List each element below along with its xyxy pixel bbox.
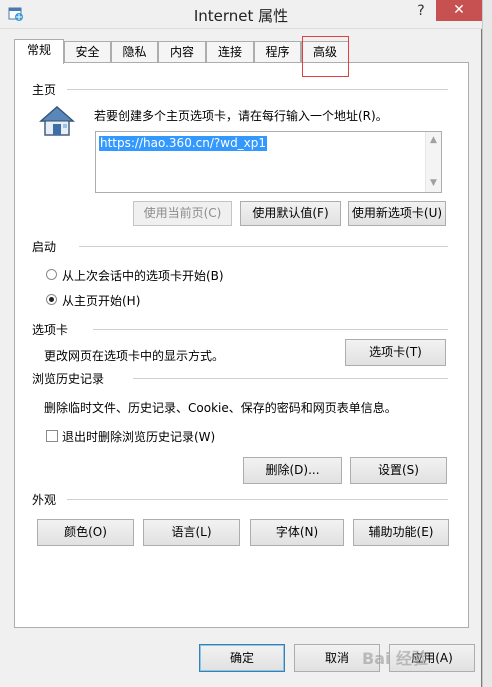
tab-programs[interactable]: 程序 <box>254 41 301 62</box>
use-current-button[interactable]: 使用当前页(C) <box>133 201 232 226</box>
startup-section-label: 启动 <box>32 240 57 254</box>
appearance-divider <box>67 499 448 500</box>
tab-security[interactable]: 安全 <box>64 41 111 62</box>
tabs-settings-button[interactable]: 选项卡(T) <box>345 339 446 366</box>
radio-homepage[interactable] <box>46 294 57 305</box>
title-bar: Internet 属性 ? ✕ <box>0 0 482 29</box>
history-settings-button[interactable]: 设置(S) <box>350 457 447 484</box>
internet-options-window: Internet 属性 ? ✕ 常规 安全 隐私 内容 连接 程序 高级 主页 … <box>0 0 482 687</box>
homepage-section-label: 主页 <box>32 83 57 97</box>
history-divider <box>133 378 448 379</box>
homepage-url-textarea[interactable]: https://hao.360.cn/?wd_xp1 ▲ ▼ <box>95 131 442 193</box>
startup-divider <box>79 246 448 247</box>
general-tab-panel: 主页 若要创建多个主页选项卡，请在每行输入一个地址(R)。 https://ha… <box>14 62 469 628</box>
delete-history-button[interactable]: 删除(D)... <box>243 457 342 484</box>
homepage-url-value: https://hao.360.cn/?wd_xp1 <box>99 136 268 151</box>
fonts-button[interactable]: 字体(N) <box>250 519 344 546</box>
tabs-divider <box>93 329 448 330</box>
window-title: Internet 属性 <box>193 7 289 25</box>
history-section-label: 浏览历史记录 <box>32 372 105 386</box>
close-button[interactable]: ✕ <box>436 0 482 21</box>
tab-connections[interactable]: 连接 <box>206 41 254 62</box>
homepage-instruction: 若要创建多个主页选项卡，请在每行输入一个地址(R)。 <box>94 109 388 123</box>
delete-on-exit-checkbox[interactable] <box>46 430 58 442</box>
home-icon <box>39 106 75 136</box>
tab-privacy[interactable]: 隐私 <box>111 41 158 62</box>
accessibility-button[interactable]: 辅助功能(E) <box>353 519 449 546</box>
appearance-section-label: 外观 <box>32 493 57 507</box>
scroll-up-icon[interactable]: ▲ <box>426 135 441 145</box>
radio-last-session-label: 从上次会话中的选项卡开始(B) <box>62 269 224 283</box>
advanced-tab-highlight <box>302 36 349 77</box>
ok-button[interactable]: 确定 <box>199 644 285 672</box>
language-button[interactable]: 语言(L) <box>143 519 240 546</box>
background-window-edge <box>482 0 492 687</box>
textarea-scrollbar[interactable]: ▲ ▼ <box>425 132 441 192</box>
help-button[interactable]: ? <box>412 3 430 23</box>
tab-content[interactable]: 内容 <box>158 41 206 62</box>
scroll-down-icon[interactable]: ▼ <box>426 178 441 188</box>
tabs-description: 更改网页在选项卡中的显示方式。 <box>44 349 225 363</box>
delete-on-exit-label: 退出时删除浏览历史记录(W) <box>62 430 216 444</box>
use-new-tab-button[interactable]: 使用新选项卡(U) <box>348 201 446 226</box>
radio-homepage-label: 从主页开始(H) <box>62 294 141 308</box>
homepage-divider <box>67 89 448 90</box>
watermark: Bai 经验 <box>362 649 429 668</box>
use-default-button[interactable]: 使用默认值(F) <box>240 201 341 226</box>
colors-button[interactable]: 颜色(O) <box>37 519 134 546</box>
history-description: 删除临时文件、历史记录、Cookie、保存的密码和网页表单信息。 <box>44 401 397 415</box>
tab-general[interactable]: 常规 <box>14 39 64 64</box>
radio-last-session[interactable] <box>46 269 57 280</box>
tabs-section-label: 选项卡 <box>32 323 69 337</box>
